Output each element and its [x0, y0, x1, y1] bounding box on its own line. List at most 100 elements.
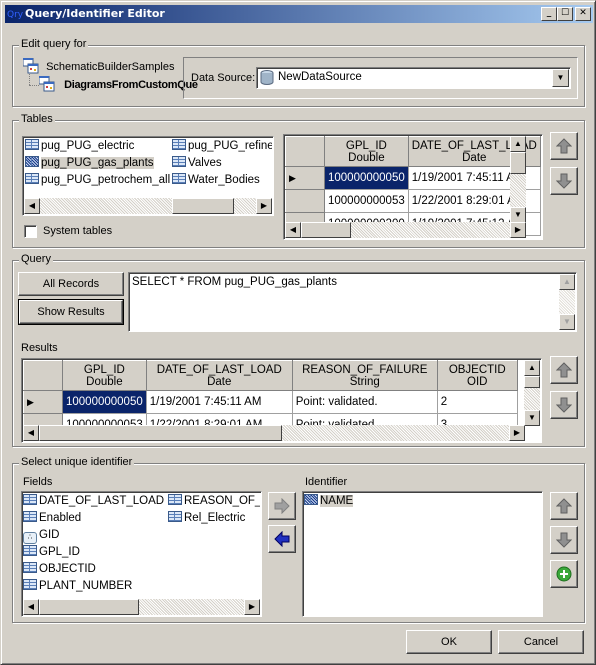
field-list-item[interactable]: PLANT_NUMBER	[23, 578, 132, 595]
query-vscrollbar[interactable]: ▲ ▼	[559, 274, 575, 330]
table-row[interactable]: ▶ 100000000050 1/19/2001 7:45:11 AM Poin…	[23, 390, 518, 414]
table-list-item-selected[interactable]: pug_PUG_gas_plants	[25, 155, 154, 172]
field-list-item[interactable]: OBJECTID	[23, 561, 96, 578]
scroll-thumb[interactable]	[301, 222, 351, 238]
results-grid[interactable]: GPL_ID Double DATE_OF_LAST_LOAD Date REASO…	[21, 358, 542, 443]
grid-cell[interactable]: 100000000050	[62, 390, 147, 414]
grid-cell[interactable]: Point: validated.	[291, 390, 438, 414]
field-list-item[interactable]: DATE_OF_LAST_LOAD	[23, 493, 164, 510]
scroll-down-icon[interactable]: ▼	[559, 314, 575, 330]
tree-root[interactable]: SchematicBuilderSamples	[22, 57, 174, 74]
arrow-up-icon	[556, 498, 572, 514]
data-source-value: NewDataSource	[278, 71, 362, 83]
edit-query-group-label: Edit query for	[19, 38, 89, 50]
scroll-up-icon[interactable]: ▲	[510, 136, 526, 152]
column-header[interactable]: GPL_ID Double	[324, 136, 409, 167]
grid-header-row: GPL_ID Double DATE_OF_LAST_LOAD Date REASO…	[23, 360, 518, 391]
table-list-item[interactable]: Water_Bodies	[172, 172, 260, 189]
column-header[interactable]: DATE_OF_LAST_LOAD Date	[145, 360, 293, 391]
cancel-button[interactable]: Cancel	[498, 630, 584, 654]
scroll-right-icon[interactable]: ▶	[256, 198, 272, 214]
data-source-dropdown[interactable]: NewDataSource ▼	[256, 67, 571, 89]
grid-cell[interactable]: 100000000053	[324, 189, 409, 213]
table-row[interactable]: ▶ 100000000050 1/19/2001 7:45:11 AM	[285, 166, 541, 190]
scroll-left-icon[interactable]: ◀	[23, 425, 39, 441]
row-header-corner	[285, 136, 325, 167]
fields-hscrollbar[interactable]: ◀ ▶	[23, 599, 260, 615]
tables-list-hscrollbar[interactable]: ◀ ▶	[24, 198, 272, 214]
field-icon	[23, 545, 37, 556]
identifier-move-up-button[interactable]	[550, 492, 578, 520]
table-list-item[interactable]: Valves	[172, 155, 222, 172]
table-list-item[interactable]: pug_PUG_electric	[25, 138, 134, 155]
scroll-up-icon[interactable]: ▲	[559, 274, 575, 290]
scroll-left-icon[interactable]: ◀	[24, 198, 40, 214]
field-list-item[interactable]: ∴ GID	[23, 527, 59, 544]
field-icon	[23, 511, 37, 522]
move-down-button[interactable]	[550, 167, 578, 195]
field-list-item[interactable]: REASON_OF_F	[168, 493, 260, 510]
system-tables-checkbox[interactable]	[24, 225, 37, 238]
remove-field-button[interactable]	[268, 525, 296, 553]
field-list-item[interactable]: Rel_Electric	[168, 510, 245, 527]
identifier-move-down-button[interactable]	[550, 526, 578, 554]
grid-cell[interactable]: 1/19/2001 7:45:11 AM	[145, 390, 293, 414]
scroll-left-icon[interactable]: ◀	[23, 599, 39, 615]
tree-child[interactable]: DiagramsFromCustomQue	[38, 75, 198, 92]
title-bar[interactable]: Qry Query/Identifier Editor _ ☐ ✕	[5, 5, 593, 23]
identifier-label: Identifier	[305, 476, 348, 488]
scroll-thumb[interactable]	[510, 152, 526, 174]
dropdown-arrow-icon[interactable]: ▼	[552, 69, 569, 87]
table-preview-grid[interactable]: GPL_ID Double DATE_OF_LAST_LOAD Date ▶ 100…	[283, 134, 543, 240]
guid-icon: ∴	[23, 532, 37, 544]
arrow-down-icon	[556, 173, 572, 189]
identifier-list-item-selected[interactable]: NAME	[304, 493, 354, 510]
tables-list[interactable]: pug_PUG_electric pug_PUG_gas_plants pug_…	[22, 136, 274, 216]
identifier-list[interactable]: NAME	[302, 491, 543, 617]
results-move-up-button[interactable]	[550, 356, 578, 384]
fields-label: Fields	[23, 476, 53, 488]
column-header[interactable]: OBJECTID OID	[436, 360, 518, 391]
minimize-button[interactable]: _	[541, 7, 557, 21]
table-list-item[interactable]: pug_PUG_petrochem_all	[25, 172, 170, 189]
scroll-right-icon[interactable]: ▶	[510, 222, 526, 238]
results-move-down-button[interactable]	[550, 391, 578, 419]
scroll-thumb[interactable]	[39, 425, 282, 441]
grid-vscrollbar[interactable]: ▲ ▼	[510, 136, 526, 223]
scroll-thumb[interactable]	[39, 599, 139, 615]
query-group-label: Query	[19, 253, 53, 265]
results-hscrollbar[interactable]: ◀ ▶	[23, 425, 525, 441]
current-row-indicator-icon: ▶	[23, 390, 63, 414]
table-icon	[25, 156, 39, 167]
scroll-down-icon[interactable]: ▼	[510, 207, 526, 223]
column-header[interactable]: REASON_OF_FAILURE String	[291, 360, 438, 391]
scroll-thumb[interactable]	[172, 198, 234, 214]
scroll-thumb[interactable]	[524, 376, 540, 388]
grid-hscrollbar[interactable]: ◀ ▶	[285, 222, 526, 238]
add-identifier-button[interactable]	[550, 560, 578, 588]
maximize-button[interactable]: ☐	[557, 7, 573, 21]
scroll-down-icon[interactable]: ▼	[524, 410, 540, 426]
column-header[interactable]: GPL_ID Double	[62, 360, 147, 391]
results-vscrollbar[interactable]: ▲ ▼	[524, 360, 540, 426]
table-row[interactable]: 100000000053 1/22/2001 8:29:01 AM	[285, 189, 541, 213]
scroll-left-icon[interactable]: ◀	[285, 222, 301, 238]
add-field-button[interactable]	[268, 492, 296, 520]
table-icon	[172, 173, 186, 184]
field-list-item[interactable]: GPL_ID	[23, 544, 80, 561]
scroll-right-icon[interactable]: ▶	[244, 599, 260, 615]
ok-button[interactable]: OK	[406, 630, 492, 654]
scroll-up-icon[interactable]: ▲	[524, 360, 540, 376]
fields-list[interactable]: DATE_OF_LAST_LOAD Enabled ∴ GID GPL_ID OB…	[21, 491, 262, 617]
grid-cell[interactable]: 100000000050	[324, 166, 409, 190]
table-list-item[interactable]: pug_PUG_refineri	[172, 138, 272, 155]
arrow-up-icon	[556, 138, 572, 154]
move-up-button[interactable]	[550, 132, 578, 160]
grid-cell[interactable]: 2	[436, 390, 518, 414]
close-button[interactable]: ✕	[575, 7, 591, 21]
show-results-button[interactable]: Show Results	[18, 299, 124, 325]
all-records-button[interactable]: All Records	[18, 272, 124, 296]
field-list-item[interactable]: Enabled	[23, 510, 81, 527]
scroll-right-icon[interactable]: ▶	[509, 425, 525, 441]
sql-query-textarea[interactable]: SELECT * FROM pug_PUG_gas_plants ▲ ▼	[128, 272, 577, 332]
